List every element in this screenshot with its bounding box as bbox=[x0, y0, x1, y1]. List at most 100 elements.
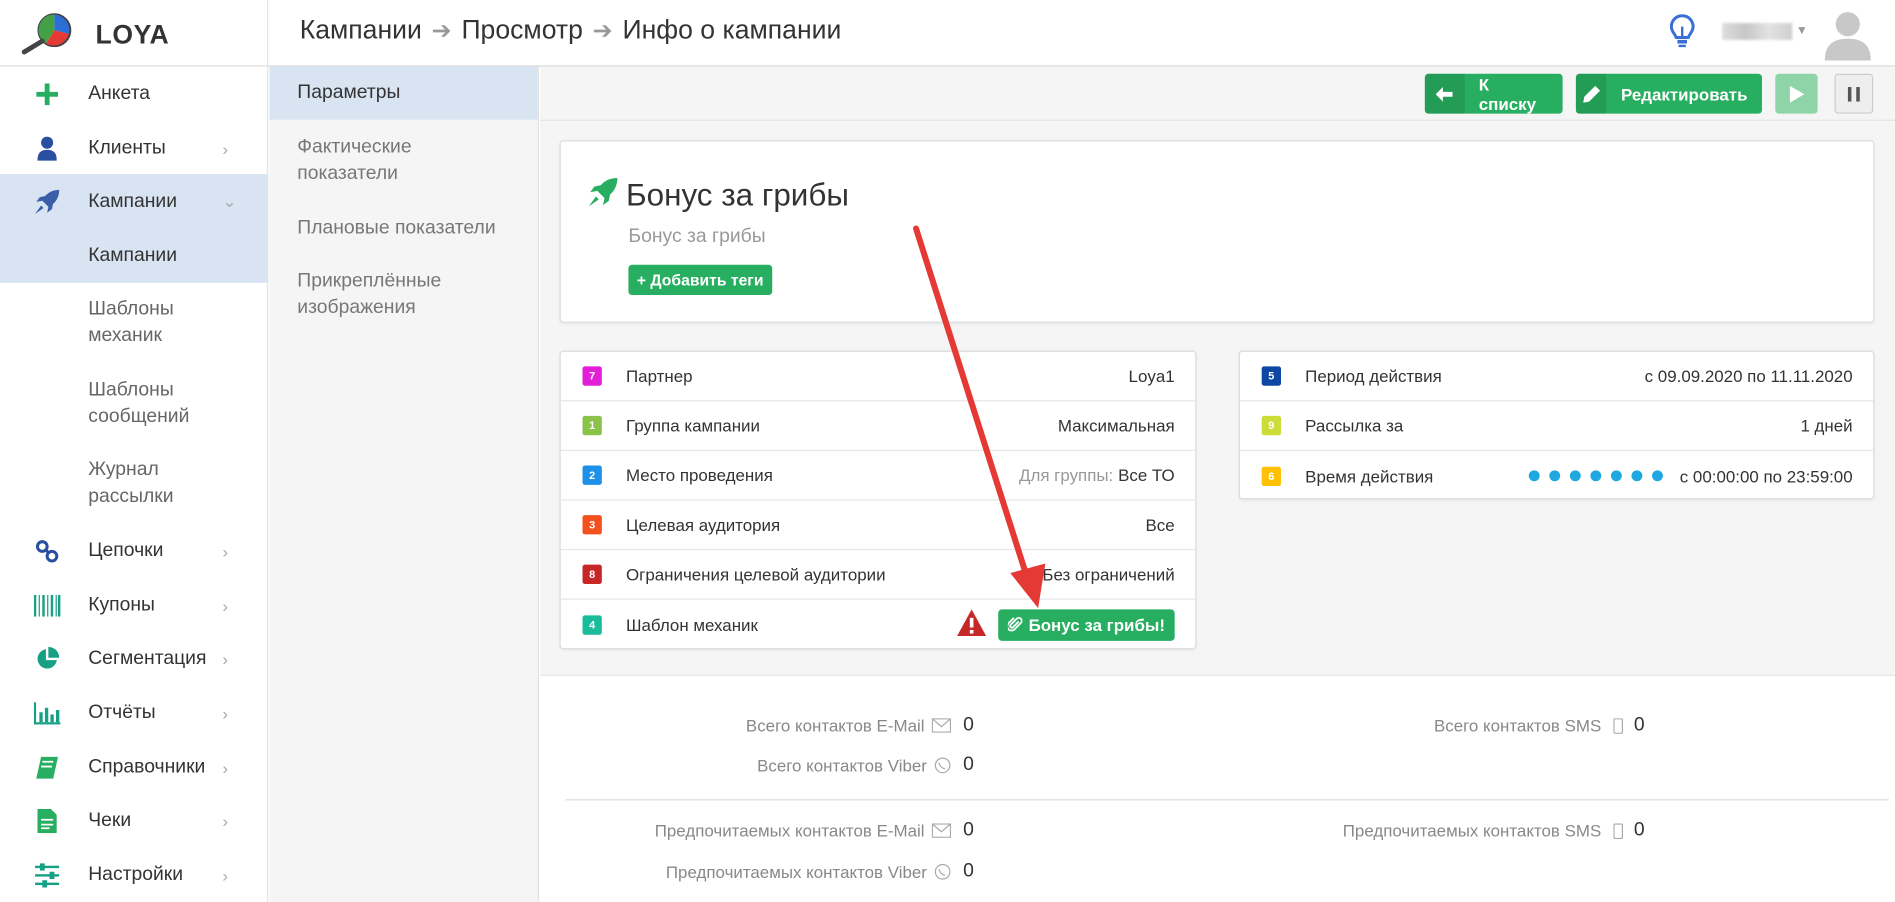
mechanic-template-label: Бонус за грибы! bbox=[1028, 614, 1165, 635]
param-label: Период действия bbox=[1305, 366, 1442, 386]
param-value: Максимальная bbox=[1057, 415, 1175, 436]
caret-down-icon[interactable]: ▼ bbox=[1796, 24, 1808, 37]
chevron-right-icon: › bbox=[222, 703, 229, 723]
weekday-dot bbox=[1610, 470, 1622, 482]
phone-icon bbox=[1613, 717, 1624, 734]
stat-value: 0 bbox=[963, 860, 974, 882]
stat-sms-total: Всего контактов SMS 0 bbox=[1217, 715, 1645, 736]
stat-label: Предпочитаемых контактов Viber bbox=[665, 862, 927, 882]
stat-value: 0 bbox=[1633, 819, 1645, 841]
chevron-right-icon: › bbox=[222, 810, 229, 831]
toolbar: К списку Редактировать bbox=[540, 67, 1895, 121]
play-icon bbox=[1789, 85, 1804, 103]
campaign-subtitle: Бонус за грибы bbox=[628, 226, 766, 247]
param-label: Шаблон механик bbox=[626, 614, 758, 635]
sidebar-subitem-mailing-log[interactable]: Журнал рассылки bbox=[0, 457, 268, 510]
stat-value: 0 bbox=[1633, 714, 1645, 736]
stat-viber-preferred: Предпочитаемых контактов Viber 0 bbox=[540, 861, 974, 882]
param-label: Ограничения целевой аудитории bbox=[626, 564, 886, 584]
paperclip-icon bbox=[1008, 616, 1023, 633]
envelope-icon bbox=[931, 718, 952, 733]
mechanic-template-button[interactable]: Бонус за грибы! bbox=[998, 608, 1175, 641]
sidebar-item-label: Клиенты bbox=[88, 137, 166, 158]
warning-icon[interactable] bbox=[957, 609, 987, 639]
sidebar-item-label: Анкета bbox=[88, 82, 150, 104]
campaign-header-card: Бонус за грибы Бонус за грибы + Добавить… bbox=[559, 140, 1875, 323]
edit-button[interactable]: Редактировать bbox=[1575, 73, 1762, 114]
sidebar-item-chains[interactable]: Цепочки › bbox=[0, 524, 268, 578]
stat-label: Предпочитаемых контактов SMS bbox=[1342, 820, 1602, 841]
stats-divider bbox=[565, 799, 1889, 801]
sidebar-item-coupons[interactable]: Купоны › bbox=[0, 578, 268, 632]
weekday-dot bbox=[1528, 470, 1540, 482]
subnav-item-parameters[interactable]: Параметры bbox=[269, 66, 538, 120]
sidebar-item-clients[interactable]: Клиенты › bbox=[0, 121, 268, 175]
param-row-target-audience: 3 Целевая аудитория Все bbox=[560, 501, 1196, 551]
envelope-icon bbox=[931, 823, 952, 838]
breadcrumb-item[interactable]: Кампании bbox=[300, 15, 422, 46]
sidebar-item-settings[interactable]: Настройки › bbox=[0, 848, 268, 902]
param-row-mailing: 9 Рассылка за 1 дней bbox=[1239, 401, 1874, 451]
add-tags-button[interactable]: + Добавить теги bbox=[628, 264, 772, 296]
sidebar-subitem-campaigns[interactable]: Кампании bbox=[0, 228, 269, 283]
sidebar-item-receipts[interactable]: Чеки › bbox=[0, 793, 268, 847]
contact-stats-panel: Всего контактов E-Mail 0 Всего контактов… bbox=[540, 675, 1895, 902]
param-value: Все bbox=[1145, 515, 1175, 535]
subnav-item-label: Прикреплённые изображения bbox=[297, 270, 442, 318]
stat-viber-total: Всего контактов Viber 0 bbox=[540, 754, 974, 775]
user-avatar-icon[interactable] bbox=[1822, 7, 1873, 66]
sidebar-item-survey[interactable]: Анкета bbox=[0, 67, 268, 121]
lightbulb-icon[interactable] bbox=[1668, 12, 1697, 57]
start-button[interactable] bbox=[1775, 73, 1818, 114]
pause-icon bbox=[1847, 86, 1860, 101]
subnav-item-actual-metrics[interactable]: Фактические показатели bbox=[269, 134, 537, 187]
arrow-right-icon: ➔ bbox=[431, 17, 452, 45]
sidebar-item-campaigns[interactable]: Кампании ⌄ bbox=[0, 174, 269, 229]
back-to-list-button[interactable]: К списку bbox=[1424, 73, 1563, 114]
stat-label: Всего контактов E-Mail bbox=[745, 715, 925, 736]
sidebar-item-segmentation[interactable]: Сегментация › bbox=[0, 631, 268, 685]
stat-label: Всего контактов SMS bbox=[1433, 715, 1602, 736]
sidebar-item-label: Цепочки bbox=[88, 539, 164, 561]
stat-value: 0 bbox=[963, 754, 974, 776]
sidebar-subitem-label: Шаблоны сообщений bbox=[88, 379, 190, 427]
barcode-icon bbox=[33, 592, 61, 619]
chevron-down-icon: ⌄ bbox=[222, 191, 237, 211]
subnav-item-planned-metrics[interactable]: Плановые показатели bbox=[269, 215, 537, 242]
sidebar-item-label: Чеки bbox=[88, 809, 132, 831]
loya-logo-icon bbox=[21, 13, 72, 55]
weekday-dots bbox=[1528, 470, 1673, 482]
stat-sms-preferred: Предпочитаемых контактов SMS 0 bbox=[1217, 820, 1645, 841]
weekday-dot bbox=[1631, 470, 1643, 482]
pencil-icon bbox=[1575, 73, 1607, 114]
sidebar-item-references[interactable]: Справочники › bbox=[0, 740, 268, 794]
sidebar-item-label: Справочники bbox=[88, 756, 206, 777]
param-row-period: 5 Период действия с 09.09.2020 по 11.11.… bbox=[1239, 352, 1874, 402]
param-number-badge: 1 bbox=[582, 415, 602, 436]
chevron-right-icon: › bbox=[222, 648, 229, 669]
pause-button[interactable] bbox=[1834, 73, 1874, 114]
sidebar-subitem-message-templates[interactable]: Шаблоны сообщений bbox=[0, 377, 268, 430]
user-name-blurred[interactable] bbox=[1722, 22, 1793, 40]
logo[interactable]: LOYA bbox=[0, 0, 269, 67]
param-number-badge: 9 bbox=[1261, 415, 1282, 436]
param-value: Loya1 bbox=[1128, 366, 1175, 386]
bar-chart-icon bbox=[33, 700, 61, 727]
param-value: 1 дней bbox=[1800, 415, 1853, 436]
subnav-item-attached-images[interactable]: Прикреплённые изображения bbox=[269, 268, 537, 321]
param-number-badge: 8 bbox=[582, 564, 602, 584]
stat-email-total: Всего контактов E-Mail 0 bbox=[540, 715, 974, 736]
chevron-right-icon: › bbox=[222, 595, 229, 615]
sidebar-item-reports[interactable]: Отчёты › bbox=[0, 686, 268, 740]
param-label: Место проведения bbox=[626, 465, 773, 485]
edit-label: Редактировать bbox=[1620, 84, 1748, 104]
sidebar-subitem-label: Журнал рассылки bbox=[88, 459, 174, 507]
param-number-badge: 5 bbox=[1261, 366, 1282, 386]
sidebar-item-label: Сегментация bbox=[88, 647, 207, 669]
breadcrumb-item[interactable]: Просмотр bbox=[461, 15, 582, 46]
param-label: Группа кампании bbox=[626, 415, 760, 436]
sidebar-subitem-mechanic-templates[interactable]: Шаблоны механик bbox=[0, 296, 268, 349]
sidebar-item-label: Настройки bbox=[88, 863, 184, 885]
chevron-right-icon: › bbox=[222, 865, 229, 885]
breadcrumb: Кампании ➔ Просмотр ➔ Инфо о кампании bbox=[300, 15, 842, 46]
